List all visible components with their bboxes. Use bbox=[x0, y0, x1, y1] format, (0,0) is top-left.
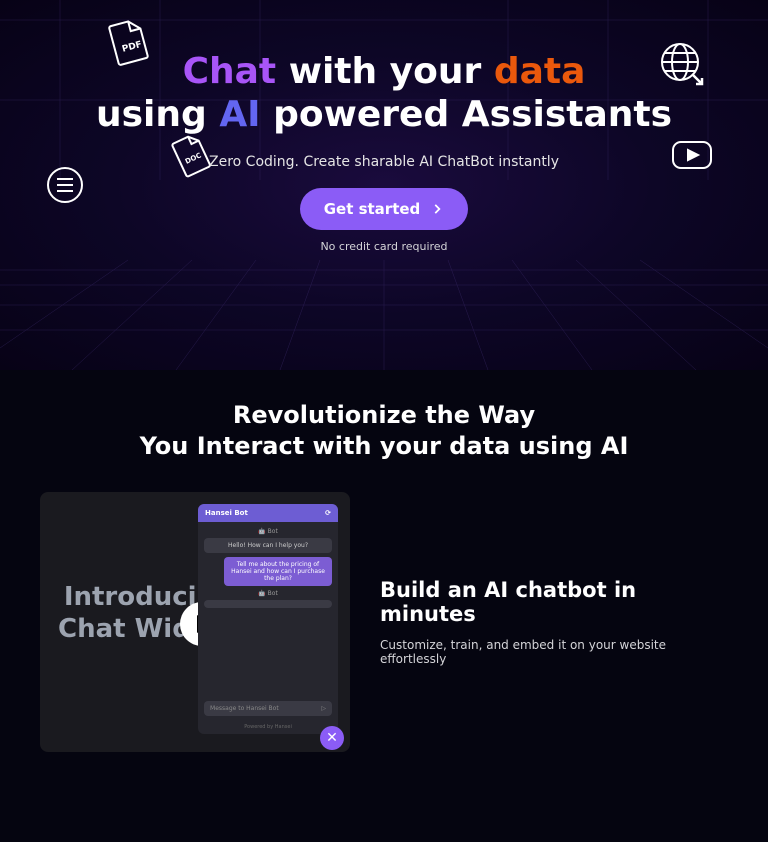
feature-row: Introducing Chat Widget Hansei Bot ⟳ 🤖 B… bbox=[0, 462, 768, 782]
cta-label: Get started bbox=[324, 200, 421, 218]
bot-label: 🤖 Bot bbox=[204, 590, 332, 597]
chat-message-user: Tell me about the pricing of Hansei and … bbox=[224, 557, 332, 586]
chat-input: Message to Hansei Bot ▷ bbox=[204, 701, 332, 716]
get-started-button[interactable]: Get started bbox=[300, 188, 469, 230]
hero-subheadline: Zero Coding. Create sharable AI ChatBot … bbox=[0, 154, 768, 170]
chat-widget-preview: Hansei Bot ⟳ 🤖 Bot Hello! How can I help… bbox=[198, 504, 338, 734]
section-revolutionize: Revolutionize the Way You Interact with … bbox=[0, 370, 768, 842]
credit-note: No credit card required bbox=[0, 240, 768, 253]
hero-headline: Chat with your data using AI powered Ass… bbox=[0, 50, 768, 136]
chevron-right-icon bbox=[430, 202, 444, 216]
close-chat-button[interactable]: ✕ bbox=[320, 726, 344, 750]
refresh-icon: ⟳ bbox=[325, 509, 331, 517]
feature-title: Build an AI chatbot in minutes bbox=[380, 578, 728, 626]
chat-header-title: Hansei Bot bbox=[205, 509, 248, 517]
video-preview[interactable]: Introducing Chat Widget Hansei Bot ⟳ 🤖 B… bbox=[40, 492, 350, 752]
section2-title: Revolutionize the Way You Interact with … bbox=[0, 400, 768, 462]
chat-message-bot: Hello! How can I help you? bbox=[204, 538, 332, 553]
chat-footer: Powered by Hansei bbox=[198, 724, 338, 730]
feature-description: Customize, train, and embed it on your w… bbox=[380, 638, 728, 666]
chat-message-bot bbox=[204, 600, 332, 608]
hero-section: PDF DOC Chat with your data using AI pow… bbox=[0, 0, 768, 370]
bot-label: 🤖 Bot bbox=[204, 528, 332, 535]
send-icon: ▷ bbox=[321, 705, 326, 712]
